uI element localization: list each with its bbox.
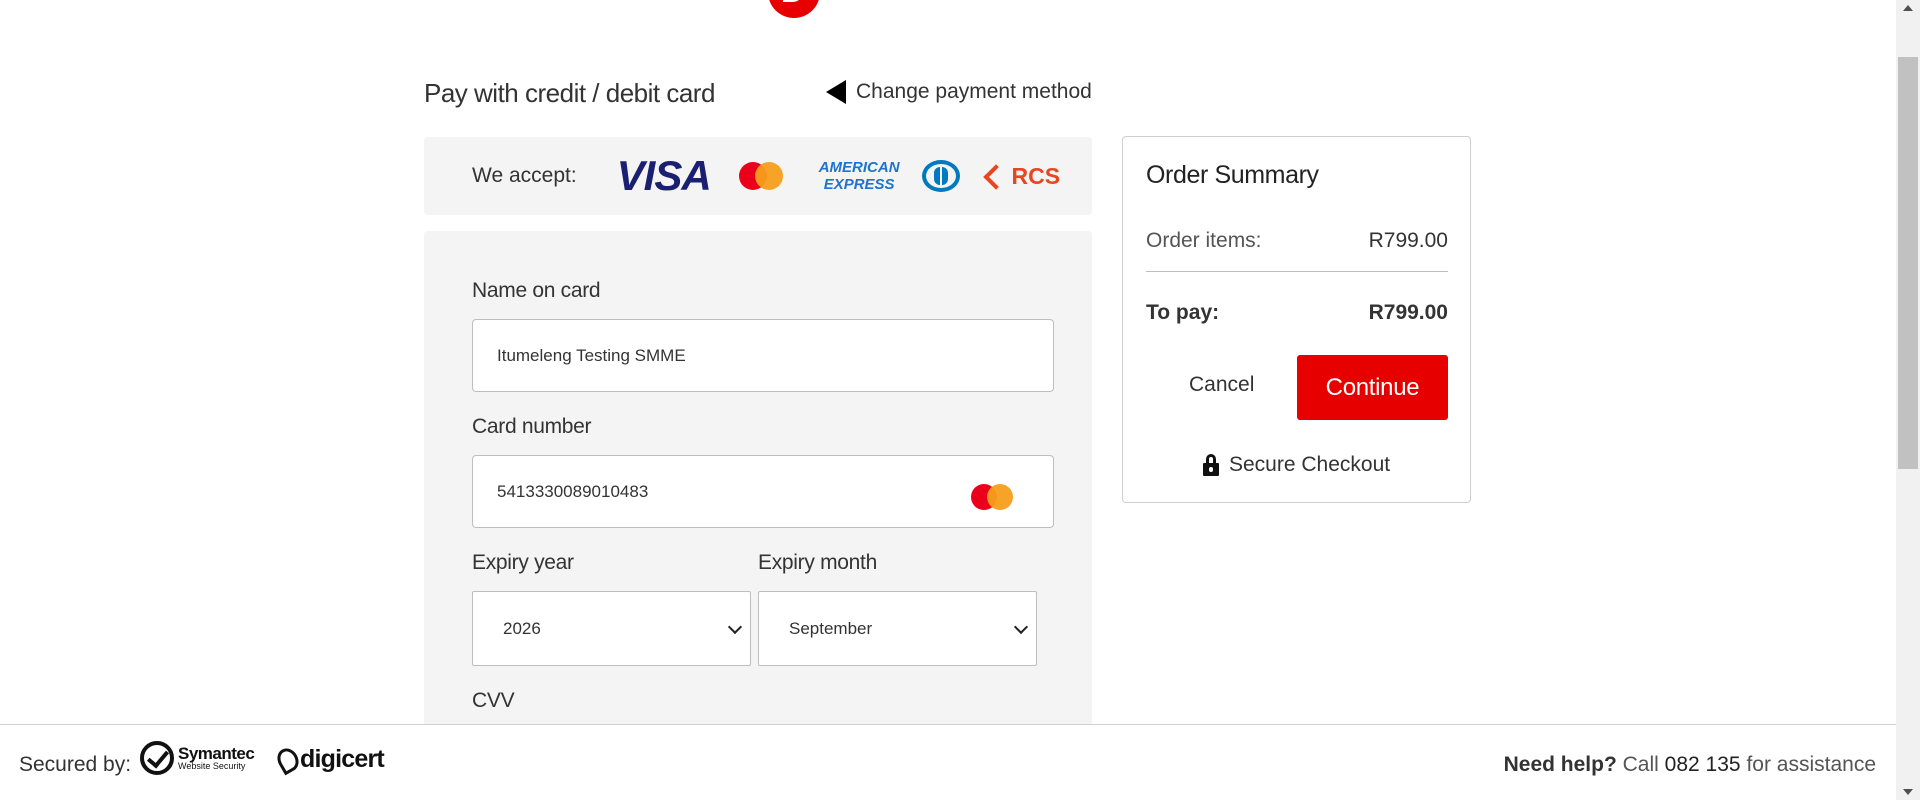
brand-logo <box>768 0 820 18</box>
digicert-mark-icon <box>273 744 303 775</box>
card-type-mastercard-icon <box>971 484 1013 510</box>
card-number-value: 5413330089010483 <box>497 481 649 501</box>
continue-button[interactable]: Continue <box>1297 355 1448 420</box>
help-call: Call <box>1622 753 1659 776</box>
name-on-card-input[interactable]: Itumeleng Testing SMME <box>472 319 1054 392</box>
expiry-year-value: 2026 <box>503 618 541 638</box>
symantec-logo: Symantec Website Security <box>140 741 255 775</box>
expiry-month-value: September <box>789 618 873 638</box>
diners-club-logo <box>921 160 960 192</box>
help-tail: for assistance <box>1746 753 1876 776</box>
name-on-card-value: Itumeleng Testing SMME <box>497 345 686 365</box>
order-summary-card: Order Summary Order items: R799.00 To pa… <box>1122 136 1471 503</box>
order-items-value: R799.00 <box>1368 229 1448 252</box>
amex-line1: AMERICAN <box>818 159 900 176</box>
help-bold: Need help? <box>1503 753 1617 776</box>
expiry-year-label: Expiry year <box>472 551 574 574</box>
expiry-month-label: Expiry month <box>758 551 877 574</box>
lock-icon <box>1203 454 1219 476</box>
cvv-label: CVV <box>472 689 515 712</box>
help-phone[interactable]: 082 135 <box>1665 753 1741 776</box>
symantec-text: Symantec <box>178 744 255 763</box>
page-title: Pay with credit / debit card <box>424 78 715 108</box>
brand-circle-icon <box>768 0 820 18</box>
help-text: Need help? Call 082 135 for assistance <box>1504 753 1876 777</box>
scrollbar-thumb[interactable] <box>1898 57 1918 469</box>
change-payment-method-label: Change payment method <box>856 80 1092 103</box>
to-pay-label: To pay: <box>1146 301 1220 324</box>
vertical-scrollbar[interactable] <box>1896 0 1920 800</box>
scroll-up-arrow-icon[interactable] <box>1903 5 1913 11</box>
cancel-button[interactable]: Cancel <box>1189 373 1254 397</box>
chevron-down-icon <box>1013 619 1029 634</box>
secure-checkout-label: Secure Checkout <box>1229 453 1391 476</box>
card-number-label: Card number <box>472 415 592 438</box>
expiry-year-select[interactable]: 2026 <box>472 591 751 666</box>
digicert-logo: digicert <box>273 744 385 775</box>
rcs-logo: RCS <box>984 163 1061 190</box>
check-circle-icon <box>140 741 174 775</box>
amex-logo: AMERICAN EXPRESS <box>819 159 900 193</box>
scroll-down-arrow-icon[interactable] <box>1903 789 1913 795</box>
accepted-cards-label: We accept: <box>472 164 577 187</box>
expiry-month-select[interactable]: September <box>758 591 1037 666</box>
secured-by-label: Secured by: <box>19 753 132 776</box>
chevron-down-icon <box>727 619 743 634</box>
mastercard-logo <box>738 162 783 190</box>
order-items-label: Order items: <box>1146 229 1262 252</box>
digicert-text: digicert <box>300 745 385 773</box>
card-form-panel: Name on card Itumeleng Testing SMME Card… <box>424 231 1092 800</box>
to-pay-value: R799.00 <box>1368 301 1448 324</box>
summary-divider <box>1146 271 1448 272</box>
secure-checkout: Secure Checkout <box>1203 453 1390 477</box>
order-items-row: Order items: R799.00 <box>1146 229 1448 253</box>
to-pay-row: To pay: R799.00 <box>1146 301 1448 325</box>
change-payment-method-link[interactable]: Change payment method <box>826 80 1092 104</box>
rcs-text: RCS <box>1011 162 1061 189</box>
rcs-mark-icon <box>984 165 1006 187</box>
symantec-subtext: Website Security <box>178 761 246 771</box>
visa-logo: VISA <box>616 152 712 199</box>
name-on-card-label: Name on card <box>472 279 601 302</box>
payment-page: Pay with credit / debit card Change paym… <box>0 0 1896 800</box>
footer: Secured by: Symantec Website Security di… <box>0 724 1896 800</box>
amex-line2: EXPRESS <box>823 176 895 193</box>
accepted-cards-strip: We accept: VISA AMERICAN EXPRESS RCS <box>424 137 1092 215</box>
order-summary-title: Order Summary <box>1146 161 1319 189</box>
card-number-input[interactable]: 5413330089010483 <box>472 455 1054 528</box>
triangle-left-icon <box>826 80 846 104</box>
